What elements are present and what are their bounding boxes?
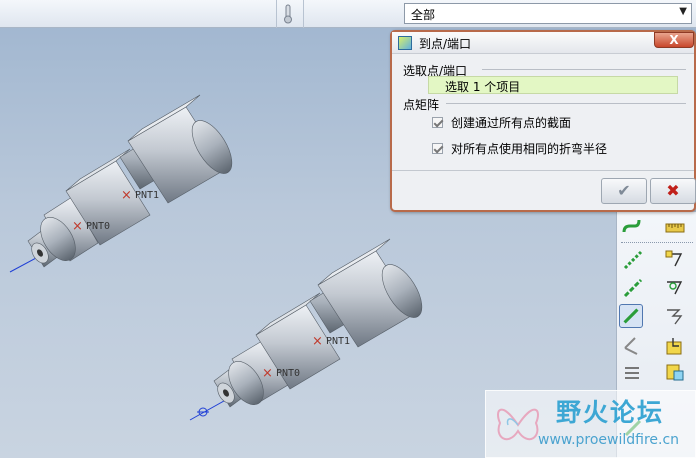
ok-button[interactable]: ✔ (601, 178, 647, 204)
section-divider (446, 103, 686, 104)
toolbar-separator (621, 242, 693, 243)
svg-text:×: × (72, 219, 83, 234)
top-toolbar: 全部 ▼ (0, 0, 696, 28)
fitting-upper[interactable] (9, 94, 240, 273)
svg-text:×: × (312, 334, 323, 349)
port-folder-icon[interactable] (663, 334, 687, 358)
corner-fillet-icon[interactable] (663, 276, 687, 300)
dialog-app-icon (398, 36, 412, 50)
datum-label: PNT0 (276, 368, 300, 379)
checkbox-checked[interactable] (432, 117, 443, 128)
watermark-title: 野火论坛 (556, 398, 665, 427)
svg-text:×: × (121, 188, 132, 203)
toolbar-separator (303, 0, 304, 28)
pick-value: 选取 1 个项目 (445, 80, 521, 94)
datum-point-upper-pnt0[interactable]: × PNT0 (72, 219, 110, 234)
dropdown-arrow-icon[interactable]: ▼ (679, 6, 687, 17)
checkbox-checked[interactable] (432, 143, 443, 154)
array-section-label: 点矩阵 (403, 98, 440, 112)
option-same-bend-radius[interactable]: 对所有点使用相同的折弯半径 (432, 140, 607, 157)
dialog-titlebar[interactable]: 到点/端口 (392, 32, 694, 54)
route-to-point-icon[interactable] (619, 304, 643, 328)
branch-icon[interactable] (621, 334, 645, 358)
datum-point-lower-pnt0[interactable]: × PNT0 (262, 366, 300, 381)
zigzag-route-icon[interactable] (663, 304, 687, 328)
datum-label: PNT1 (326, 336, 350, 347)
option-label: 对所有点使用相同的折弯半径 (451, 142, 608, 156)
datum-label: PNT1 (135, 190, 159, 201)
datum-label: PNT0 (86, 221, 110, 232)
bend-corner-icon[interactable] (663, 248, 687, 272)
datum-point-upper-pnt1[interactable]: × PNT1 (121, 188, 159, 203)
watermark: 野火论坛 www.proewildfire.cn (485, 390, 696, 458)
filter-value: 全部 (411, 8, 436, 22)
dialog-footer-divider (392, 170, 694, 171)
dashed-line-icon[interactable] (621, 248, 645, 272)
pick-points-collector[interactable]: 选取 1 个项目 (428, 76, 678, 94)
close-button[interactable]: X (654, 32, 694, 48)
dialog-title: 到点/端口 (419, 37, 472, 51)
segment-icon[interactable] (621, 276, 645, 300)
watermark-url: www.proewildfire.cn (538, 432, 680, 448)
option-label: 创建通过所有点的截面 (451, 116, 572, 130)
datum-point-lower-pnt1[interactable]: × PNT1 (312, 334, 350, 349)
fitting-lower[interactable] (189, 238, 430, 421)
to-point-port-dialog: 到点/端口 X 选取点/端口 选取 1 个项目 点矩阵 创建通过所有点的截面 对… (390, 30, 696, 212)
follow-icon[interactable] (663, 360, 687, 384)
selection-filter-dropdown[interactable]: 全部 ▼ (404, 3, 692, 24)
thermometer-icon[interactable] (281, 4, 295, 24)
parallel-lines-icon[interactable] (621, 360, 645, 384)
section-divider (482, 69, 686, 70)
checkmark-icon: ✔ (617, 181, 631, 200)
measure-icon[interactable] (663, 214, 687, 238)
svg-text:×: × (262, 366, 273, 381)
red-x-icon: ✖ (666, 181, 680, 200)
toolbar-separator (276, 0, 277, 28)
butterfly-logo-icon (497, 408, 539, 441)
pipe-route-icon[interactable] (621, 214, 645, 238)
cancel-button[interactable]: ✖ (650, 178, 696, 204)
option-section-through-points[interactable]: 创建通过所有点的截面 (432, 114, 571, 131)
